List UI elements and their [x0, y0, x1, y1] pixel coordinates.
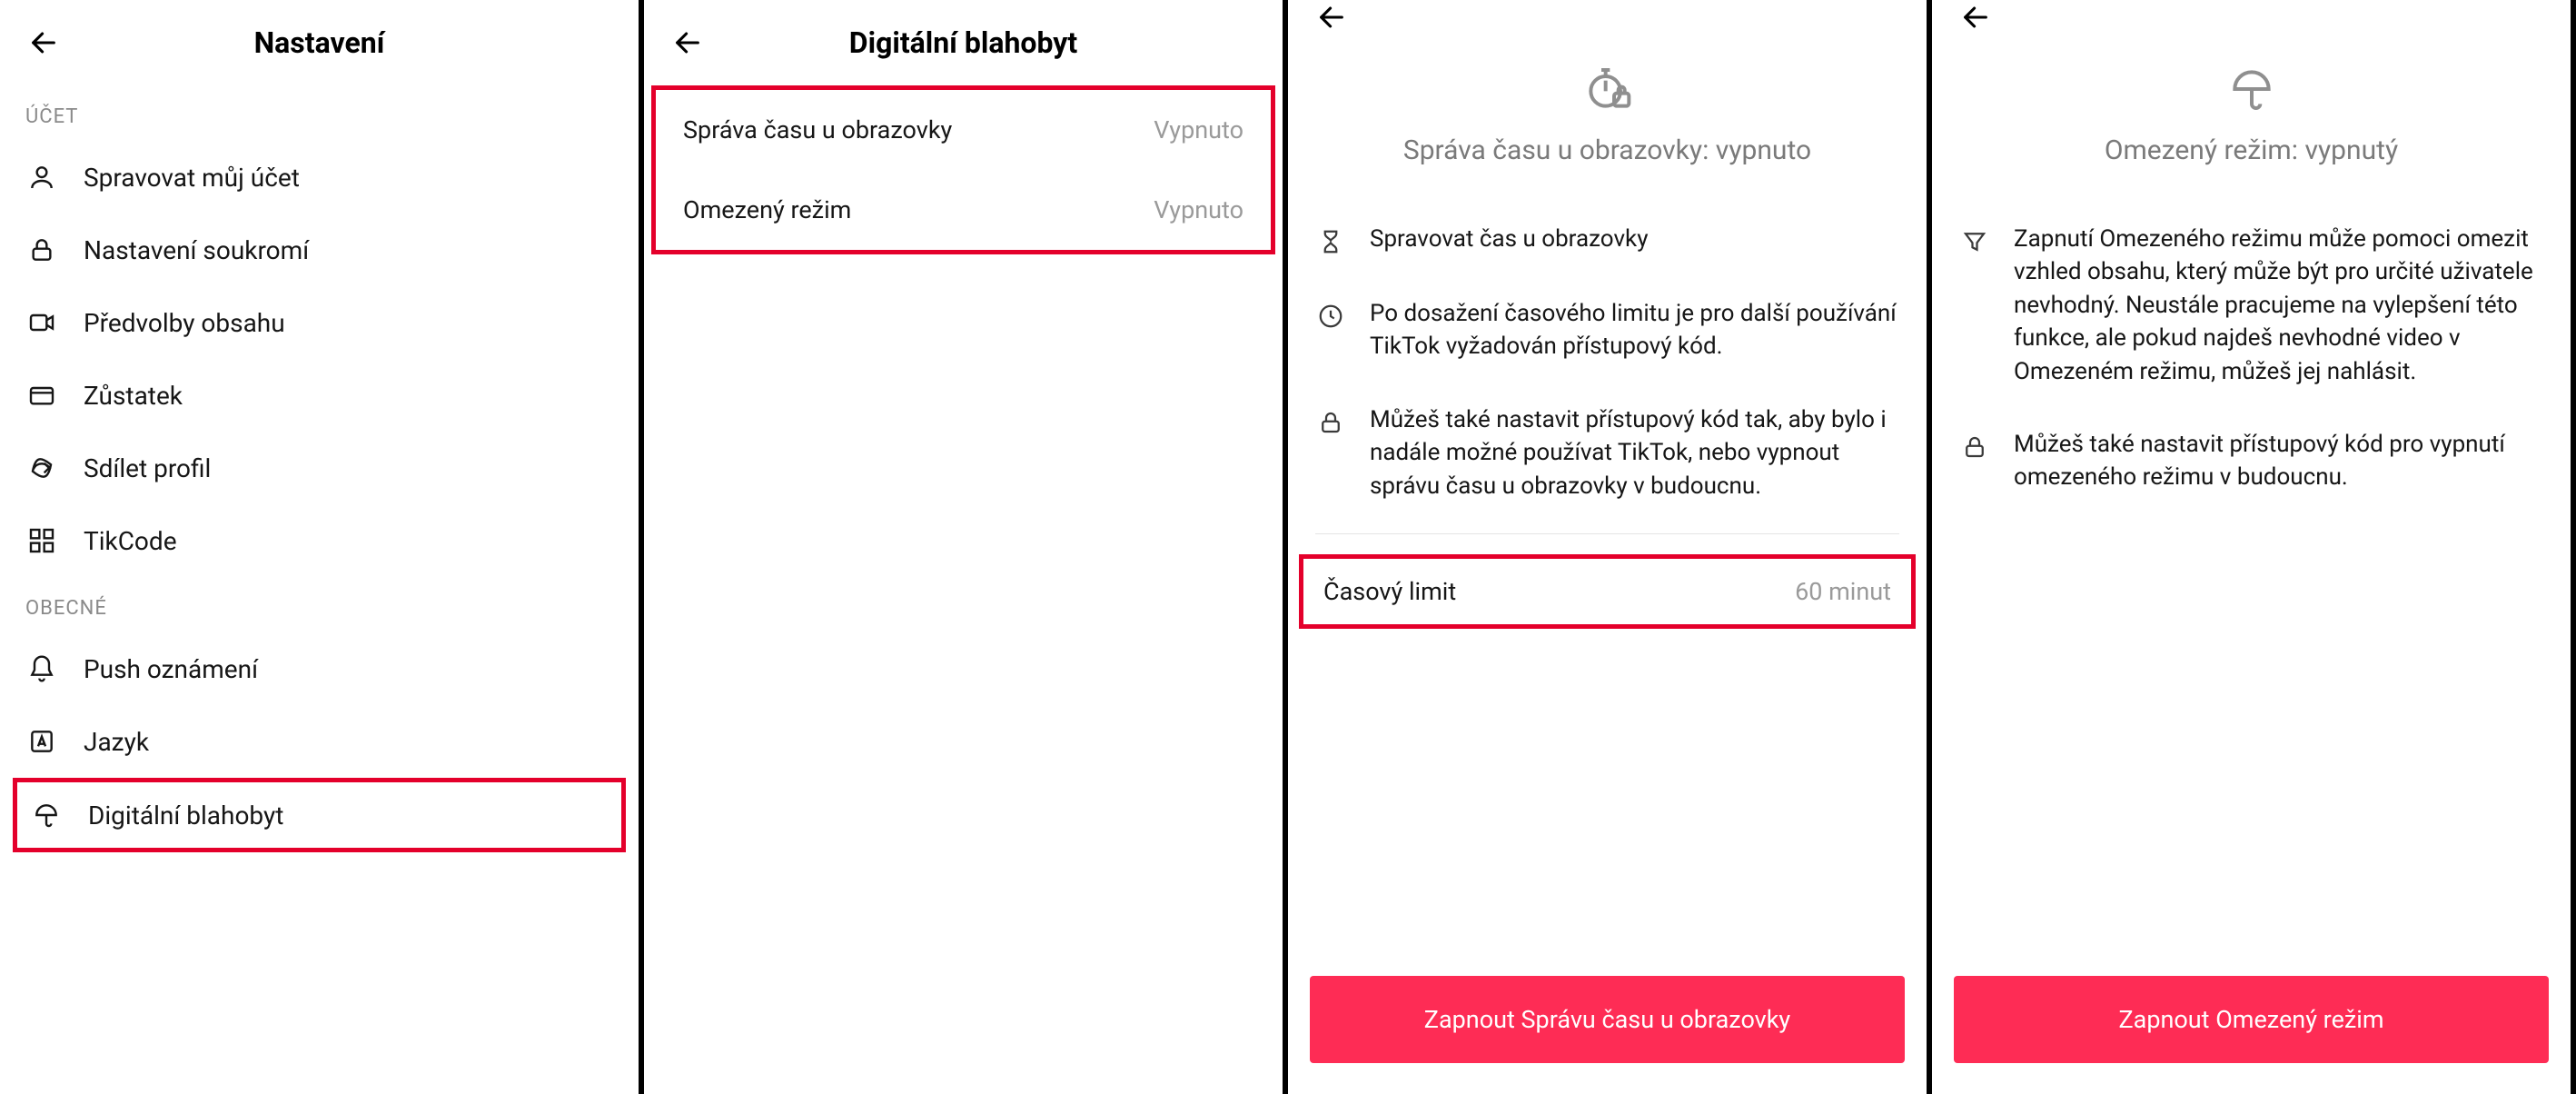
info-text: Spravovat čas u obrazovky [1370, 223, 1649, 255]
setting-label: Omezený režim [683, 195, 851, 224]
setting-row-screen-time[interactable]: Správa času u obrazovky Vypnuto [656, 90, 1271, 170]
lock-icon [1315, 407, 1346, 438]
language-icon [25, 725, 58, 758]
menu-item-tikcode[interactable]: TikCode [0, 504, 639, 577]
time-limit-label: Časový limit [1323, 577, 1456, 606]
menu-item-label: Digitální blahobyt [88, 801, 283, 830]
digital-wellbeing-screen: Digitální blahobyt Správa času u obrazov… [644, 0, 1288, 1094]
stopwatch-lock-icon [1580, 62, 1635, 116]
info-row: Můžeš také nastavit přístupový kód tak, … [1288, 383, 1927, 522]
back-button[interactable] [25, 25, 62, 61]
menu-item-label: Sdílet profil [84, 453, 211, 483]
section-label-general: OBECNÉ [0, 577, 639, 632]
time-limit-value: 60 minut [1795, 577, 1891, 606]
restricted-mode-screen: Omezený režim: vypnutý Zapnutí Omezeného… [1932, 0, 2576, 1094]
wellbeing-options-group: Správa času u obrazovky Vypnuto Omezený … [651, 85, 1275, 254]
clock-icon [1315, 301, 1346, 332]
header: Nastavení [0, 0, 639, 85]
menu-item-manage-account[interactable]: Spravovat můj účet [0, 141, 639, 214]
section-label-account: ÚČET [0, 85, 639, 141]
info-row: Po dosažení časového limitu je pro další… [1288, 277, 1927, 383]
lock-icon [25, 234, 58, 266]
lock-icon [1959, 432, 1990, 462]
bell-icon [25, 652, 58, 685]
menu-item-privacy[interactable]: Nastavení soukromí [0, 214, 639, 286]
settings-screen: Nastavení ÚČET Spravovat můj účet Nastav… [0, 0, 644, 1094]
back-button[interactable] [1313, 0, 1350, 35]
arrow-left-icon [1316, 2, 1347, 33]
hero: Správa času u obrazovky: vypnuto [1288, 35, 1927, 203]
info-row: Zapnutí Omezeného režimu může pomoci ome… [1932, 203, 2571, 408]
menu-item-label: Předvolby obsahu [84, 308, 285, 338]
menu-item-label: Push oznámení [84, 654, 258, 684]
menu-item-label: Zůstatek [84, 381, 183, 411]
arrow-left-icon [1960, 2, 1991, 33]
wallet-icon [25, 379, 58, 412]
hero-title: Omezený režim: vypnutý [2105, 134, 2398, 166]
page-title: Nastavení [25, 25, 613, 60]
info-text: Můžeš také nastavit přístupový kód pro v… [2014, 428, 2543, 494]
menu-item-label: Spravovat můj účet [84, 163, 300, 193]
info-row: Můžeš také nastavit přístupový kód pro v… [1932, 408, 2571, 514]
hero-title: Správa času u obrazovky: vypnuto [1403, 134, 1811, 166]
menu-item-digital-wellbeing[interactable]: Digitální blahobyt [13, 778, 626, 852]
arrow-left-icon [28, 27, 59, 58]
setting-row-restricted-mode[interactable]: Omezený režim Vypnuto [656, 170, 1271, 250]
time-limit-row[interactable]: Časový limit 60 minut [1299, 554, 1916, 629]
person-icon [25, 161, 58, 194]
back-button[interactable] [669, 25, 706, 61]
setting-label: Správa času u obrazovky [683, 115, 952, 144]
header: Digitální blahobyt [644, 0, 1283, 85]
info-row: Spravovat čas u obrazovky [1288, 203, 1927, 277]
info-text: Po dosažení časového limitu je pro další… [1370, 297, 1899, 363]
umbrella-icon [30, 799, 63, 831]
info-text: Můžeš také nastavit přístupový kód tak, … [1370, 403, 1899, 502]
info-text: Zapnutí Omezeného režimu může pomoci ome… [2014, 223, 2543, 388]
menu-item-share-profile[interactable]: Sdílet profil [0, 432, 639, 504]
header [1288, 0, 1927, 35]
screen-time-management-screen: Správa času u obrazovky: vypnuto Spravov… [1288, 0, 1932, 1094]
menu-item-label: TikCode [84, 526, 177, 556]
menu-item-content-preferences[interactable]: Předvolby obsahu [0, 286, 639, 359]
arrow-left-icon [672, 27, 703, 58]
menu-item-balance[interactable]: Zůstatek [0, 359, 639, 432]
menu-item-language[interactable]: Jazyk [0, 705, 639, 778]
enable-screen-time-button[interactable]: Zapnout Správu času u obrazovky [1310, 976, 1905, 1063]
hero: Omezený režim: vypnutý [1932, 35, 2571, 203]
umbrella-icon [2224, 62, 2279, 116]
setting-value: Vypnuto [1154, 115, 1243, 144]
menu-item-label: Nastavení soukromí [84, 235, 309, 265]
back-button[interactable] [1957, 0, 1994, 35]
video-icon [25, 306, 58, 339]
header [1932, 0, 2571, 35]
enable-restricted-mode-button[interactable]: Zapnout Omezený režim [1954, 976, 2549, 1063]
page-title: Digitální blahobyt [669, 25, 1257, 60]
menu-item-label: Jazyk [84, 727, 149, 757]
setting-value: Vypnuto [1154, 195, 1243, 224]
qr-icon [25, 524, 58, 557]
share-icon [25, 452, 58, 484]
divider [1315, 533, 1899, 534]
hourglass-icon [1315, 226, 1346, 257]
menu-item-push-notifications[interactable]: Push oznámení [0, 632, 639, 705]
filter-icon [1959, 226, 1990, 257]
